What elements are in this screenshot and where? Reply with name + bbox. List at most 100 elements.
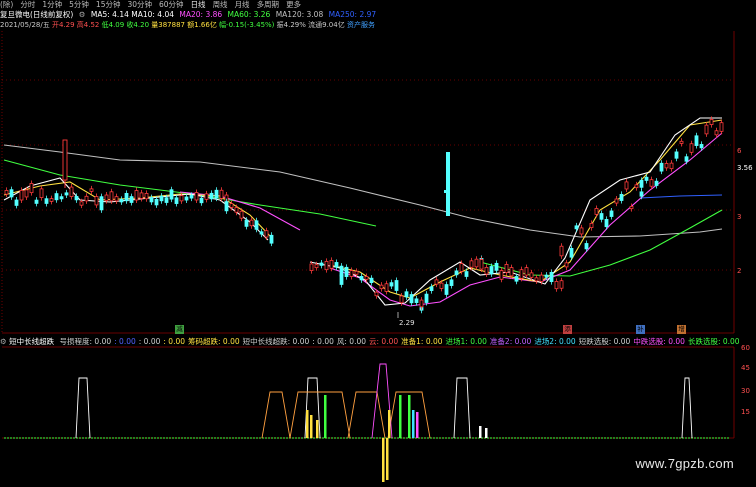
candle[interactable] [264,230,269,238]
candle[interactable] [449,279,454,286]
candle[interactable] [249,219,254,227]
candle[interactable] [469,260,474,268]
candle[interactable] [154,198,159,206]
candlesticks[interactable] [4,116,724,318]
candle[interactable] [654,180,659,186]
candle[interactable] [54,193,59,201]
candle[interactable] [639,191,644,197]
candle[interactable] [14,199,19,206]
candle[interactable] [49,198,54,202]
candle[interactable] [719,122,724,132]
candle[interactable] [374,291,379,297]
candle[interactable] [219,189,224,199]
candle[interactable] [354,270,359,275]
candle[interactable] [514,276,519,282]
candle[interactable] [409,294,414,304]
candle[interactable] [134,190,139,201]
candle[interactable] [324,260,329,271]
candle[interactable] [369,277,374,284]
candle[interactable] [174,197,179,204]
candle[interactable] [44,198,49,204]
candle[interactable] [484,266,489,275]
candle[interactable] [714,130,719,136]
candle[interactable] [604,219,609,228]
candle[interactable] [199,197,204,204]
spike-candle[interactable] [446,152,450,216]
candle[interactable] [504,264,509,273]
candle[interactable] [524,267,529,276]
candle[interactable] [594,208,599,215]
event-marker-right1[interactable]: 添 [563,325,572,334]
candle[interactable] [339,274,344,285]
candle[interactable] [419,299,424,308]
spike-candle-red[interactable] [62,139,68,181]
event-marker-right3[interactable]: 增 [677,325,686,334]
candle[interactable] [634,184,639,189]
candle[interactable] [664,163,669,169]
candle[interactable] [64,192,69,196]
candle[interactable] [474,258,479,268]
indicator-title[interactable]: 短中长线超跌 [9,337,54,346]
candle[interactable] [679,140,684,144]
candle[interactable] [229,203,234,208]
candle[interactable] [644,176,649,181]
candle[interactable] [614,198,619,204]
event-marker-right2[interactable]: 补 [636,325,645,334]
candle[interactable] [164,197,169,203]
spike-candle-small[interactable] [444,190,447,193]
candle[interactable] [204,193,209,200]
candle[interactable] [529,272,534,278]
candle[interactable] [39,188,44,198]
candle[interactable] [119,198,124,203]
candle[interactable] [619,193,624,201]
candle[interactable] [404,291,409,298]
candle[interactable] [424,293,429,303]
candle[interactable] [659,162,664,172]
candle[interactable] [94,196,99,206]
candle[interactable] [149,197,154,203]
candle[interactable] [489,266,494,275]
candle[interactable] [34,199,39,204]
candle[interactable] [269,234,274,244]
candle[interactable] [389,282,394,287]
candle[interactable] [169,189,174,200]
candle[interactable] [584,243,589,250]
candle[interactable] [84,195,89,202]
candle[interactable] [89,188,94,192]
candle[interactable] [99,196,104,204]
candle[interactable] [599,213,604,220]
candle[interactable] [9,189,14,198]
candle[interactable] [534,277,539,282]
candle[interactable] [4,190,9,195]
candle[interactable] [674,151,679,159]
candle[interactable] [439,282,444,289]
candle[interactable] [349,270,354,277]
candle[interactable] [194,192,199,201]
candle[interactable] [79,201,84,206]
candle[interactable] [74,195,79,201]
candle[interactable] [414,298,419,303]
candle[interactable] [244,219,249,227]
candle[interactable] [109,191,114,202]
candle[interactable] [464,271,469,277]
candle[interactable] [579,227,584,235]
candle[interactable] [394,280,399,291]
candle[interactable] [399,295,404,304]
candle[interactable] [319,262,324,266]
candle[interactable] [129,196,134,203]
candle[interactable] [569,248,574,258]
candle[interactable] [234,207,239,213]
candle[interactable] [574,225,579,230]
candle[interactable] [544,274,549,278]
candle[interactable] [564,262,569,268]
candle[interactable] [144,192,149,200]
candle[interactable] [209,192,214,200]
candle[interactable] [214,189,219,199]
candle[interactable] [559,280,564,289]
candle[interactable] [479,259,484,270]
candle[interactable] [159,195,164,202]
candle[interactable] [189,194,194,199]
candle[interactable] [239,210,244,219]
candle[interactable] [554,281,559,290]
candle[interactable] [499,270,504,280]
